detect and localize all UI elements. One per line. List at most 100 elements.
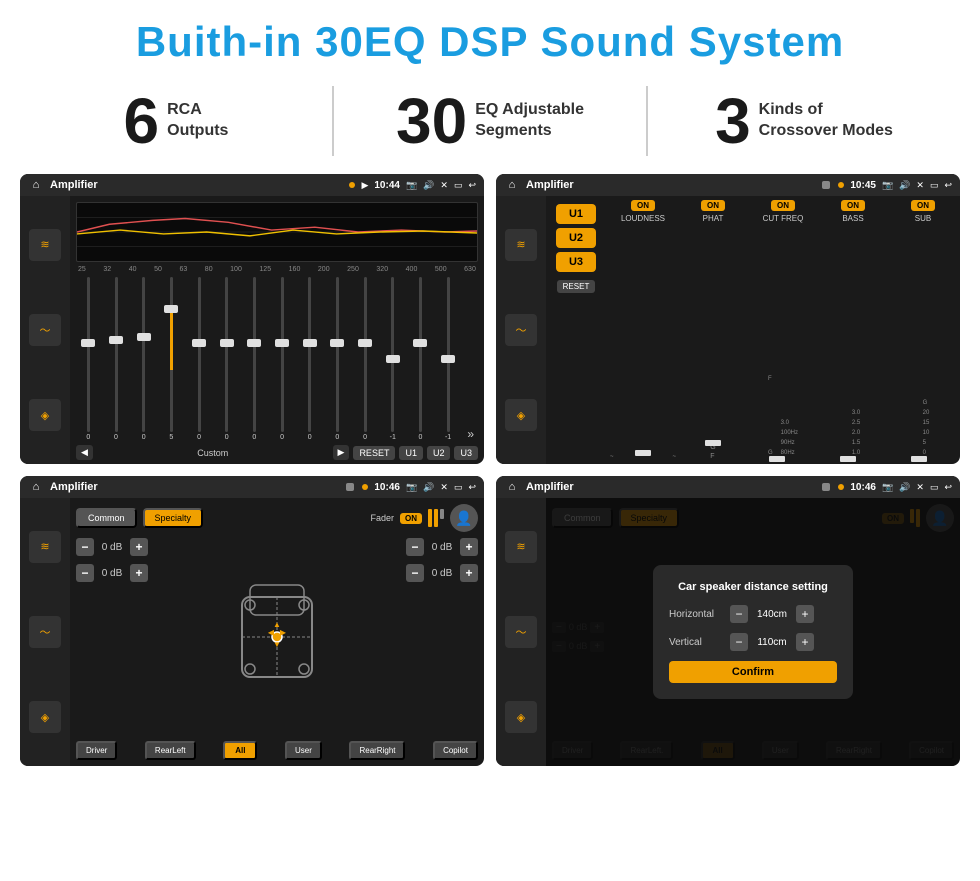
- eq-slider-11: -1: [380, 277, 405, 441]
- cross-plus-2[interactable]: +: [130, 564, 148, 582]
- amp-window-icon[interactable]: ▭: [930, 180, 939, 191]
- dialog-back-icon[interactable]: ↩: [944, 482, 952, 493]
- cross-plus-4[interactable]: +: [460, 564, 478, 582]
- stat-rca-number: 6: [124, 89, 160, 153]
- cross-sidebar-icon-3[interactable]: ◈: [29, 701, 61, 733]
- cross-back-icon[interactable]: ↩: [468, 482, 476, 493]
- dialog-close-icon[interactable]: ✕: [916, 482, 924, 493]
- cross-car-diagram: ◀ ▶ ▲ ▼: [158, 538, 396, 735]
- cross-plus-1[interactable]: +: [130, 538, 148, 556]
- cross-copilot-btn[interactable]: Copilot: [433, 741, 478, 760]
- cross-tab-common[interactable]: Common: [76, 508, 137, 528]
- eq-slider-1: 0: [104, 277, 129, 441]
- amp-u1-btn[interactable]: U1: [556, 204, 596, 224]
- amp-phat-on[interactable]: ON: [701, 200, 725, 211]
- cross-minus-2[interactable]: −: [76, 564, 94, 582]
- amp-home-icon[interactable]: ⌂: [504, 177, 520, 193]
- cross-vol-val-2: 0 dB: [98, 568, 126, 579]
- cross-all-btn[interactable]: All: [223, 741, 257, 760]
- play-icon[interactable]: ▶: [361, 180, 368, 191]
- eq-sidebar-icon-2[interactable]: 〜: [29, 314, 61, 346]
- dialog-vol-icon: 🔊: [899, 482, 910, 493]
- eq-sidebar-icon-1[interactable]: ≋: [29, 229, 61, 261]
- amp-sidebar-icon-1[interactable]: ≋: [505, 229, 537, 261]
- cross-window-icon[interactable]: ▭: [454, 482, 463, 493]
- close-icon[interactable]: ✕: [440, 180, 448, 191]
- cross-rearleft-btn[interactable]: RearLeft: [145, 741, 196, 760]
- cross-avatar-btn[interactable]: 👤: [450, 504, 478, 532]
- eq-slider-9: 0: [325, 277, 350, 441]
- cross-vol-val-4: 0 dB: [428, 568, 456, 579]
- cross-tab-specialty[interactable]: Specialty: [143, 508, 204, 528]
- dialog-vertical-plus[interactable]: +: [796, 633, 814, 651]
- window-icon[interactable]: ▭: [454, 180, 463, 191]
- cross-fader-sliders: [428, 509, 444, 527]
- dialog-vertical-value: 110cm: [754, 637, 790, 648]
- eq-u1-btn[interactable]: U1: [399, 446, 423, 460]
- amp-status-square: [822, 181, 830, 189]
- amp-channels: ON LOUDNESS ~~ ON PHAT: [606, 196, 960, 464]
- amp-sidebar: ≋ 〜 ◈: [496, 196, 546, 464]
- back-icon[interactable]: ↩: [468, 180, 476, 191]
- svg-text:▲: ▲: [273, 620, 281, 629]
- amp-vol-icon: 🔊: [899, 180, 910, 191]
- eq-status-bar: ⌂ Amplifier ▶ 10:44 📷 🔊 ✕ ▭ ↩: [20, 174, 484, 196]
- eq-reset-btn[interactable]: RESET: [353, 446, 395, 460]
- cross-close-icon[interactable]: ✕: [440, 482, 448, 493]
- amp-cutfreq-on[interactable]: ON: [771, 200, 795, 211]
- dialog-sidebar-icon-3[interactable]: ◈: [505, 701, 537, 733]
- amp-loudness-on[interactable]: ON: [631, 200, 655, 211]
- eq-slider-13: -1: [436, 277, 461, 441]
- eq-nav-arrows[interactable]: »: [463, 427, 478, 441]
- cross-sidebar-icon-1[interactable]: ≋: [29, 531, 61, 563]
- cross-minus-1[interactable]: −: [76, 538, 94, 556]
- eq-u3-btn[interactable]: U3: [454, 446, 478, 460]
- amp-sub-on[interactable]: ON: [911, 200, 935, 211]
- cross-on-btn[interactable]: ON: [400, 513, 422, 524]
- cross-home-icon[interactable]: ⌂: [28, 479, 44, 495]
- amp-close-icon[interactable]: ✕: [916, 180, 924, 191]
- amp-channel-bass: ON BASS 3.02.52.01.51.0: [820, 200, 886, 460]
- dialog-horizontal-plus[interactable]: +: [796, 605, 814, 623]
- eq-sidebar: ≋ 〜 ◈: [20, 196, 70, 464]
- amp-u3-btn[interactable]: U3: [556, 252, 596, 272]
- cross-vol-row-2: − 0 dB +: [76, 564, 148, 582]
- cross-sidebar-icon-2[interactable]: 〜: [29, 616, 61, 648]
- confirm-button[interactable]: Confirm: [669, 661, 837, 683]
- amp-sidebar-icon-2[interactable]: 〜: [505, 314, 537, 346]
- amp-u2-btn[interactable]: U2: [556, 228, 596, 248]
- eq-sidebar-icon-3[interactable]: ◈: [29, 399, 61, 431]
- dialog-sidebar-icon-1[interactable]: ≋: [505, 531, 537, 563]
- home-icon[interactable]: ⌂: [28, 177, 44, 193]
- cross-minus-4[interactable]: −: [406, 564, 424, 582]
- eq-next-btn[interactable]: ▶: [333, 445, 350, 460]
- cross-driver-btn[interactable]: Driver: [76, 741, 117, 760]
- cross-user-btn[interactable]: User: [285, 741, 322, 760]
- amp-phat-label: PHAT: [703, 214, 724, 223]
- amp-back-icon[interactable]: ↩: [944, 180, 952, 191]
- amp-sidebar-icon-3[interactable]: ◈: [505, 399, 537, 431]
- cross-main: Common Specialty Fader ON 👤: [70, 498, 484, 766]
- dialog-window-icon[interactable]: ▭: [930, 482, 939, 493]
- dialog-home-icon[interactable]: ⌂: [504, 479, 520, 495]
- amp-bass-on[interactable]: ON: [841, 200, 865, 211]
- dialog-vertical-minus[interactable]: −: [730, 633, 748, 651]
- dialog-horizontal-minus[interactable]: −: [730, 605, 748, 623]
- dialog-sidebar-icon-2[interactable]: 〜: [505, 616, 537, 648]
- cross-plus-3[interactable]: +: [460, 538, 478, 556]
- cross-status-bar: ⌂ Amplifier 10:46 📷 🔊 ✕ ▭ ↩: [20, 476, 484, 498]
- cross-sidebar: ≋ 〜 ◈: [20, 498, 70, 766]
- eq-bottom-bar: ◀ Custom ▶ RESET U1 U2 U3: [76, 445, 478, 460]
- amp-status-dot: [838, 182, 844, 188]
- eq-prev-btn[interactable]: ◀: [76, 445, 93, 460]
- cross-bottom-row: Driver RearLeft All User RearRight Copil…: [76, 741, 478, 760]
- amp-bass-label: BASS: [842, 214, 863, 223]
- amp-reset-btn[interactable]: RESET: [557, 280, 596, 293]
- eq-u2-btn[interactable]: U2: [427, 446, 451, 460]
- cross-minus-3[interactable]: −: [406, 538, 424, 556]
- volume-icon: 🔊: [423, 180, 434, 191]
- dialog-status-square: [822, 483, 830, 491]
- cross-vol-row-3: − 0 dB +: [406, 538, 478, 556]
- eq-screen: ⌂ Amplifier ▶ 10:44 📷 🔊 ✕ ▭ ↩ ≋ 〜 ◈: [20, 174, 484, 464]
- cross-rearright-btn[interactable]: RearRight: [349, 741, 405, 760]
